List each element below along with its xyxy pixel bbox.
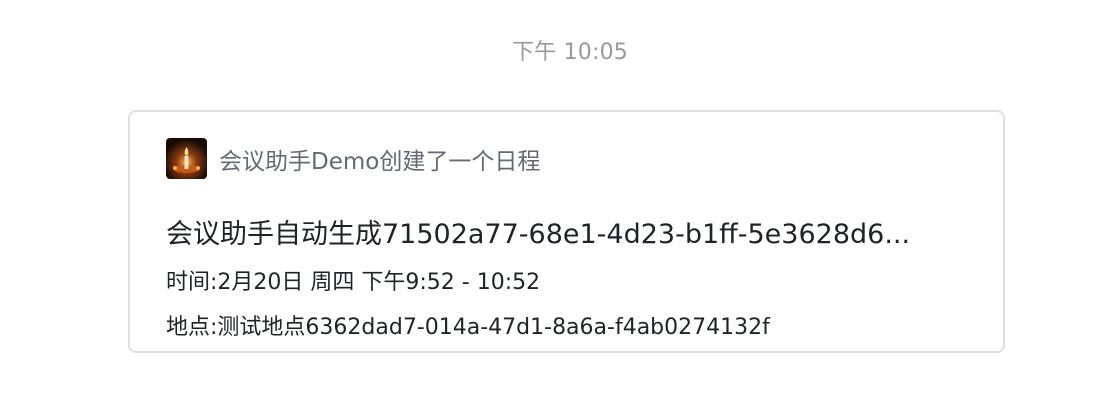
card-header: 会议助手Demo创建了一个日程	[166, 138, 540, 179]
message-timestamp: 下午 10:05	[512, 40, 628, 65]
calendar-event-card[interactable]: 会议助手Demo创建了一个日程 会议助手自动生成71502a77-68e1-4d…	[128, 110, 1005, 353]
event-time-label: 时间:	[166, 270, 218, 295]
candle-avatar-icon[interactable]	[166, 138, 207, 179]
card-header-text: 会议助手Demo创建了一个日程	[219, 148, 541, 175]
event-location: 地点:测试地点6362dad7-014a-47d1-8a6a-f4ab02741…	[166, 309, 770, 341]
event-location-label: 地点:	[166, 315, 218, 340]
event-location-value: 测试地点6362dad7-014a-47d1-8a6a-f4ab0274132f	[217, 315, 770, 340]
event-time: 时间:2月20日 周四 下午9:52 - 10:52	[166, 264, 540, 296]
event-time-value: 2月20日 周四 下午9:52 - 10:52	[217, 270, 541, 295]
event-title[interactable]: 会议助手自动生成71502a77-68e1-4d23-b1ff-5e3628d6…	[166, 212, 966, 251]
